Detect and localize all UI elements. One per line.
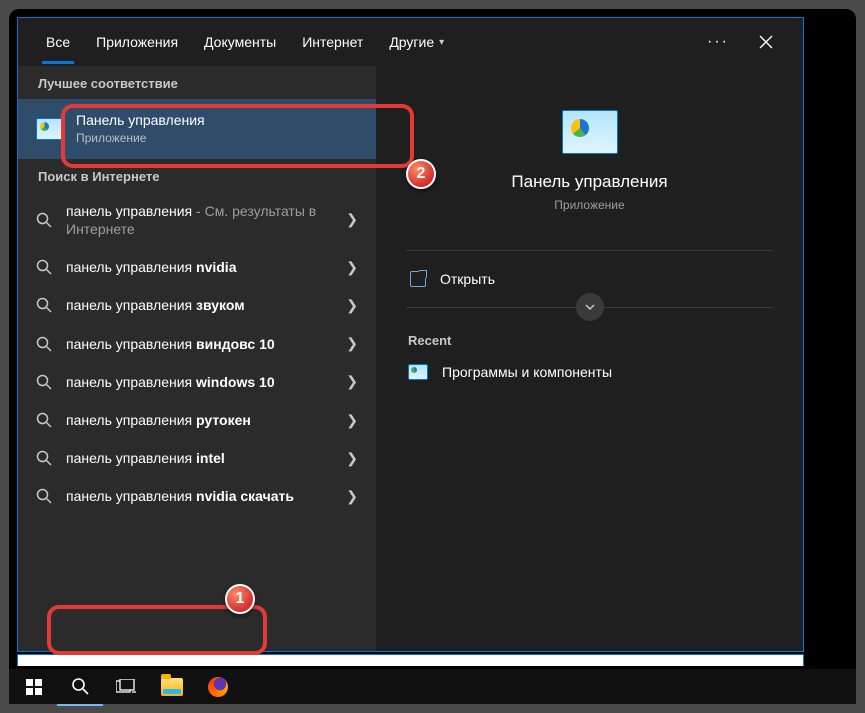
open-action[interactable]: Открыть bbox=[406, 263, 773, 295]
divider bbox=[406, 250, 773, 251]
chevron-right-icon: ❯ bbox=[346, 412, 358, 429]
results-column: Лучшее соответствие Панель управления Пр… bbox=[18, 66, 376, 651]
chevron-right-icon: ❯ bbox=[346, 450, 358, 467]
tab-documents[interactable]: Документы bbox=[196, 18, 284, 66]
tab-label: Приложения bbox=[96, 34, 178, 50]
preview-pane: Панель управления Приложение Открыть Rec… bbox=[376, 66, 803, 651]
chevron-right-icon: ❯ bbox=[346, 297, 358, 314]
tab-label: Все bbox=[46, 34, 70, 50]
chevron-right-icon: ❯ bbox=[346, 211, 358, 228]
tab-all[interactable]: Все bbox=[38, 18, 78, 66]
web-result[interactable]: панель управления windows 10 ❯ bbox=[18, 363, 376, 401]
recent-item[interactable]: Программы и компоненты bbox=[406, 358, 773, 386]
tab-internet[interactable]: Интернет bbox=[294, 18, 371, 66]
chevron-right-icon: ❯ bbox=[346, 335, 358, 352]
web-result[interactable]: панель управления звуком ❯ bbox=[18, 286, 376, 324]
result-title: Панель управления bbox=[76, 111, 358, 129]
search-icon bbox=[36, 374, 52, 390]
recent-header: Recent bbox=[408, 333, 773, 348]
search-icon bbox=[36, 450, 52, 466]
programs-icon bbox=[408, 364, 428, 380]
chevron-down-icon bbox=[584, 301, 596, 313]
control-panel-icon bbox=[562, 110, 618, 154]
open-icon bbox=[410, 271, 426, 287]
start-button[interactable] bbox=[11, 668, 57, 706]
firefox-icon bbox=[208, 677, 228, 697]
section-web-search: Поиск в Интернете bbox=[18, 159, 376, 192]
firefox-button[interactable] bbox=[195, 668, 241, 706]
best-match-result[interactable]: Панель управления Приложение bbox=[18, 99, 376, 159]
result-text: панель управления intel bbox=[66, 450, 225, 466]
web-result[interactable]: панель управления - См. результаты в Инт… bbox=[18, 192, 376, 248]
recent-label: Программы и компоненты bbox=[442, 364, 612, 380]
taskbar bbox=[9, 666, 856, 704]
search-window: Все Приложения Документы Интернет Другие… bbox=[17, 17, 804, 652]
folder-icon bbox=[161, 678, 183, 696]
result-subtitle: Приложение bbox=[76, 131, 358, 147]
tab-more[interactable]: Другие ▾ bbox=[381, 18, 452, 66]
result-text: панель управления windows 10 bbox=[66, 374, 275, 390]
result-text: панель управления рутокен bbox=[66, 412, 251, 428]
taskbar-search-button[interactable] bbox=[57, 668, 103, 706]
tab-label: Интернет bbox=[302, 34, 363, 50]
expand-button[interactable] bbox=[576, 293, 604, 321]
preview-title: Панель управления bbox=[511, 172, 667, 192]
result-text: панель управления nvidia скачать bbox=[66, 488, 294, 504]
web-result[interactable]: панель управления nvidia ❯ bbox=[18, 248, 376, 286]
search-icon bbox=[71, 677, 89, 695]
result-text: панель управления - См. результаты в Инт… bbox=[66, 203, 316, 237]
tab-apps[interactable]: Приложения bbox=[88, 18, 186, 66]
web-result[interactable]: панель управления рутокен ❯ bbox=[18, 401, 376, 439]
windows-icon bbox=[26, 679, 42, 695]
filter-tabs: Все Приложения Документы Интернет Другие… bbox=[18, 18, 803, 66]
result-text: панель управления nvidia bbox=[66, 259, 237, 275]
preview-subtitle: Приложение bbox=[554, 198, 624, 212]
web-result[interactable]: панель управления intel ❯ bbox=[18, 439, 376, 477]
section-best-match: Лучшее соответствие bbox=[18, 66, 376, 99]
close-button[interactable] bbox=[749, 25, 783, 59]
more-options-button[interactable]: ··· bbox=[697, 27, 739, 57]
result-text: панель управления виндовс 10 bbox=[66, 336, 275, 352]
search-icon bbox=[36, 212, 52, 228]
tab-label: Другие bbox=[389, 34, 434, 50]
chevron-right-icon: ❯ bbox=[346, 488, 358, 505]
web-result[interactable]: панель управления nvidia скачать ❯ bbox=[18, 477, 376, 515]
task-view-icon bbox=[116, 679, 136, 695]
search-icon bbox=[36, 297, 52, 313]
chevron-right-icon: ❯ bbox=[346, 259, 358, 276]
search-icon bbox=[36, 336, 52, 352]
chevron-down-icon: ▾ bbox=[439, 37, 444, 48]
chevron-right-icon: ❯ bbox=[346, 373, 358, 390]
result-text: панель управления звуком bbox=[66, 297, 245, 313]
web-result[interactable]: панель управления виндовс 10 ❯ bbox=[18, 325, 376, 363]
file-explorer-button[interactable] bbox=[149, 668, 195, 706]
task-view-button[interactable] bbox=[103, 668, 149, 706]
search-icon bbox=[36, 412, 52, 428]
search-icon bbox=[36, 488, 52, 504]
control-panel-icon bbox=[36, 118, 64, 140]
search-icon bbox=[36, 259, 52, 275]
action-label: Открыть bbox=[440, 271, 495, 287]
close-icon bbox=[759, 35, 773, 49]
tab-label: Документы bbox=[204, 34, 276, 50]
